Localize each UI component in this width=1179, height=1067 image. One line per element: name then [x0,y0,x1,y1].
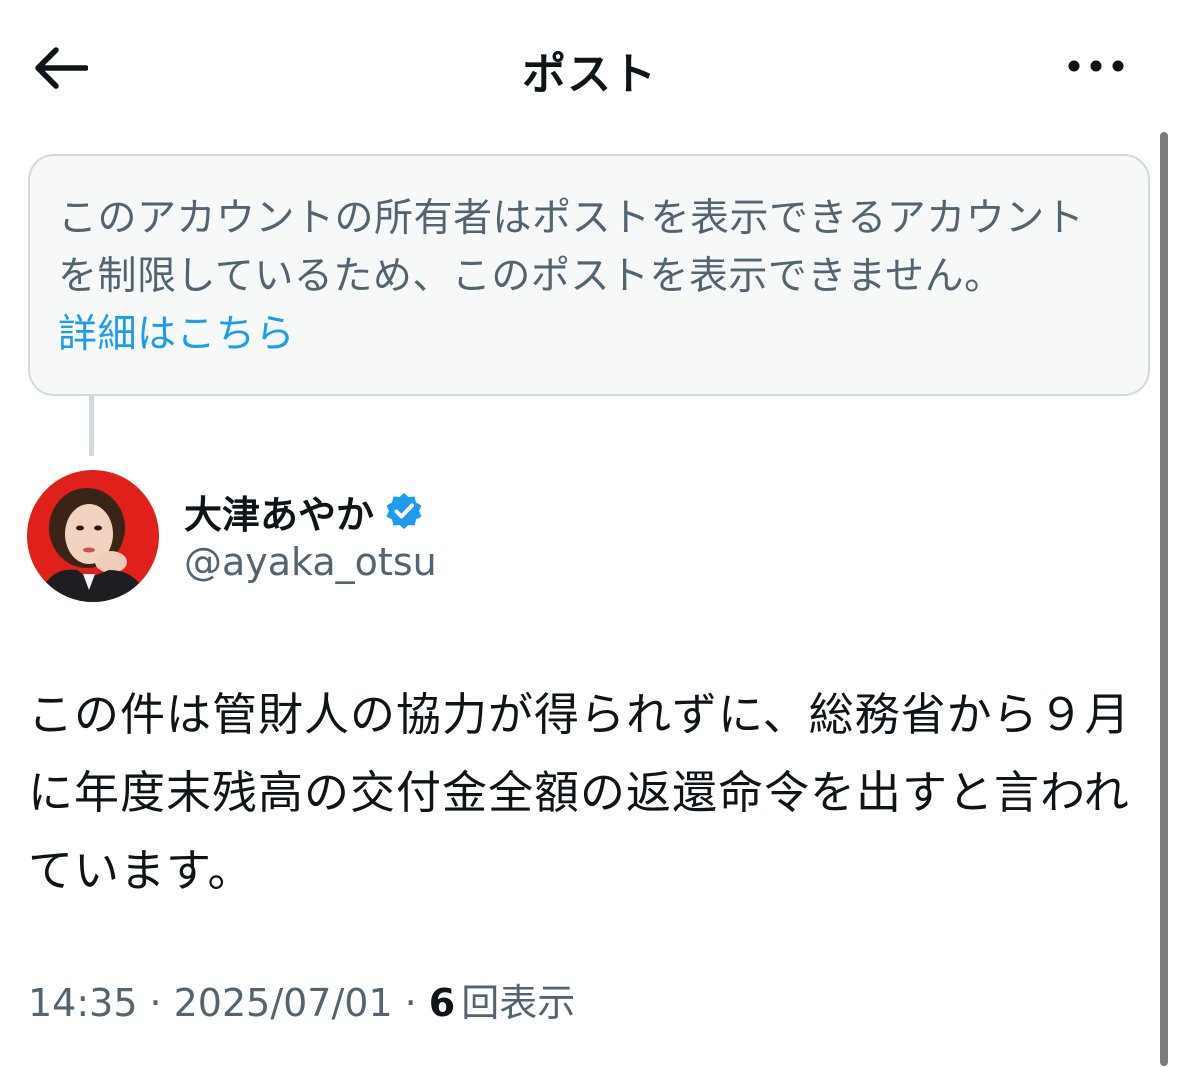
separator-dot: · [149,981,162,1025]
post-text: この件は管財人の協力が得られずに、総務省から９月に年度末残高の交付金全額の返還命… [28,688,1131,897]
post-time[interactable]: 14:35 [28,981,138,1025]
post-metadata: 14:35 · 2025/07/01 · 6 回表示 [28,972,575,1027]
verified-badge-icon[interactable] [384,491,424,531]
author-row: 大津あやか [184,484,424,538]
top-bar: ポスト [0,0,1179,134]
profile-photo [27,470,159,602]
restricted-post-notice: このアカウントの所有者はポストを表示できるアカウントを制限しているため、このポス… [28,154,1150,396]
avatar[interactable] [27,470,159,602]
learn-more-link[interactable]: 詳細はこちら [58,306,295,364]
author-name[interactable]: 大津あやか [184,484,374,539]
ellipsis-icon [1068,60,1124,72]
notice-text: このアカウントの所有者はポストを表示できるアカウントを制限しているため、このポス… [58,196,1085,299]
post-date[interactable]: 2025/07/01 [174,981,393,1025]
verified-badge-svg [386,493,422,529]
scrollbar[interactable] [1160,132,1168,1066]
author-handle[interactable]: @ayaka_otsu [184,540,437,584]
separator-dot: · [404,981,417,1025]
view-label: 回表示 [461,981,576,1025]
view-count: 6 [428,981,456,1025]
page-title: ポスト [522,49,657,100]
more-options-button[interactable] [1056,36,1136,96]
thread-connector-line [89,396,94,456]
